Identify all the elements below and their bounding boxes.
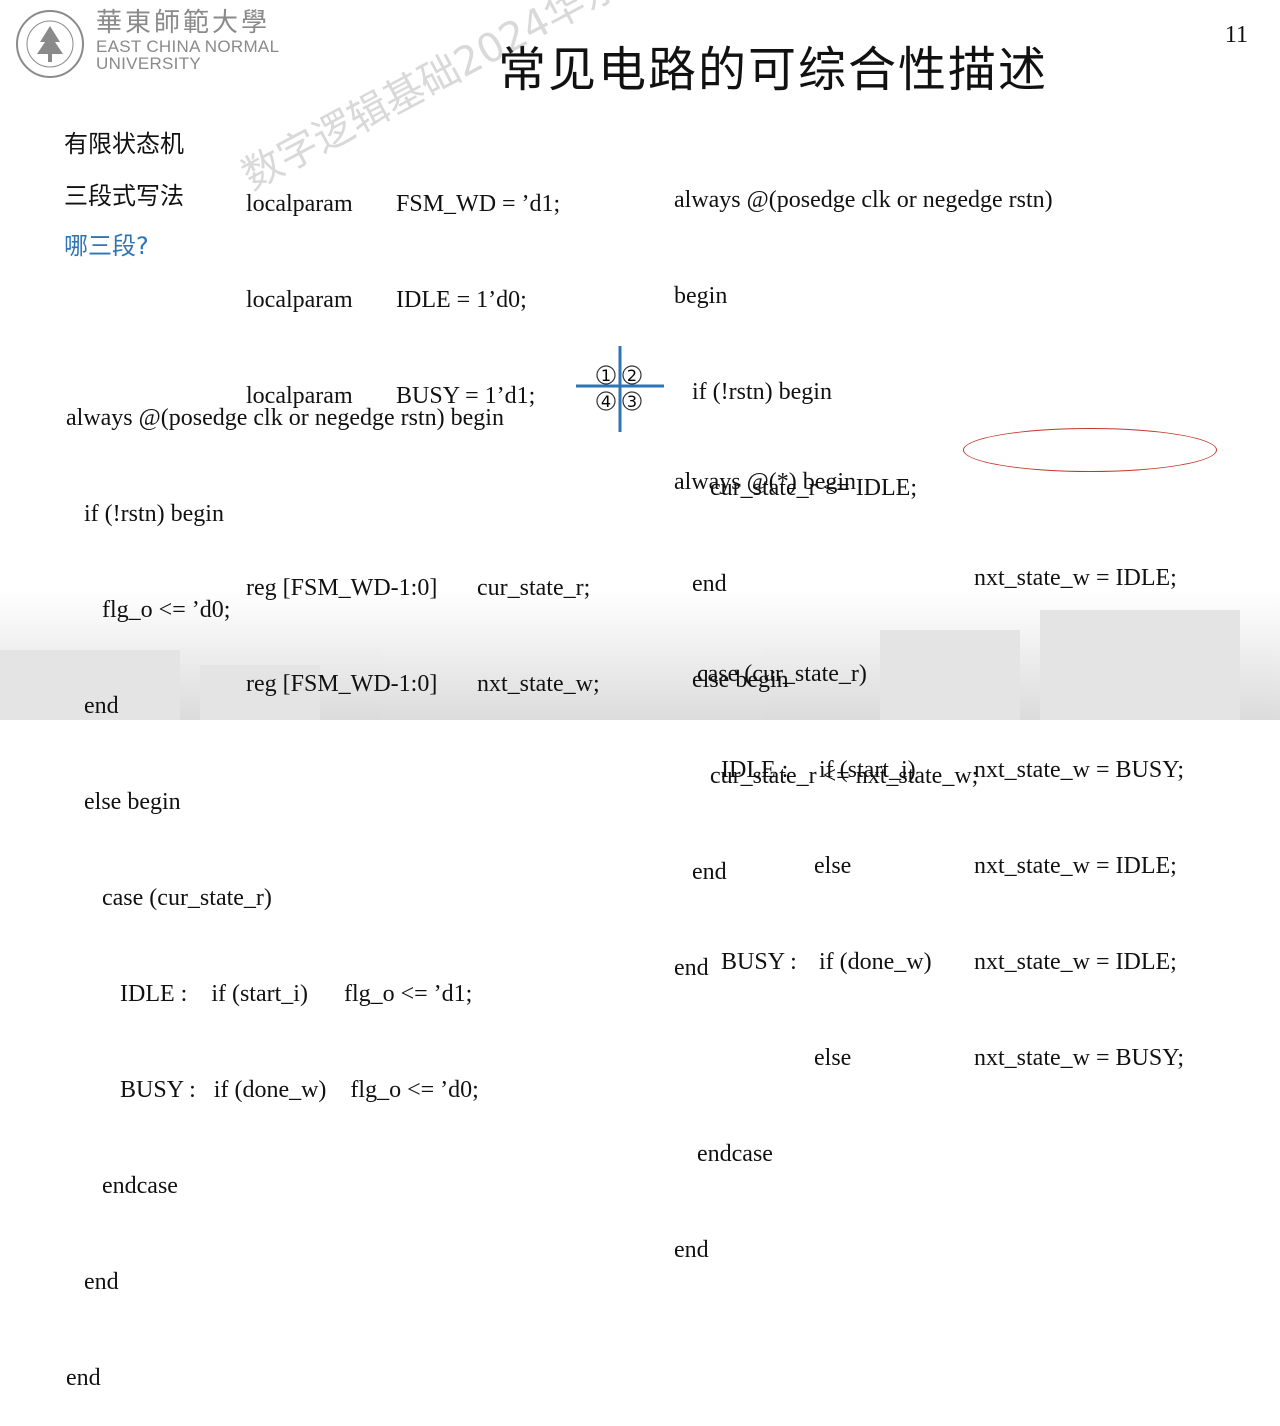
code-line: else begin bbox=[66, 789, 181, 815]
case-assignment: nxt_state_w = BUSY; bbox=[974, 1045, 1184, 1071]
decl-keyword: localparam bbox=[246, 287, 353, 313]
case-assignment: nxt_state_w = IDLE; bbox=[974, 949, 1177, 975]
code-line: end bbox=[674, 1237, 709, 1263]
case-condition: if (start_i) bbox=[819, 757, 916, 783]
decl-value: IDLE = 1’d0; bbox=[396, 287, 527, 313]
quadrant-label-3: 3 bbox=[627, 392, 637, 411]
code-line: if (!rstn) begin bbox=[66, 501, 224, 527]
quadrant-label-1: 1 bbox=[601, 366, 611, 385]
code-line: end bbox=[66, 1269, 119, 1295]
logo-chinese: 華東師範大學 bbox=[96, 8, 271, 38]
side-label-fsm: 有限状态机 bbox=[64, 130, 184, 158]
code-line: BUSY : if (done_w) flg_o <= ’d0; bbox=[66, 1077, 479, 1103]
quadrant-diagram: 1 2 3 4 bbox=[576, 346, 664, 432]
quadrant-label-2: 2 bbox=[627, 366, 637, 385]
quadrant-label-4: 4 bbox=[601, 392, 611, 411]
code-line: endcase bbox=[697, 1141, 773, 1167]
logo-english-1: EAST CHINA NORMAL bbox=[96, 37, 280, 56]
code-line: endcase bbox=[66, 1173, 178, 1199]
code-line: flg_o <= ’d0; bbox=[66, 597, 231, 623]
page-title: 常见电路的可综合性描述 bbox=[498, 42, 1049, 98]
next-state-logic-block: always @(*) begin nxt_state_w = IDLE; ca… bbox=[674, 402, 1184, 1298]
code-line: end bbox=[66, 693, 119, 719]
code-line: end bbox=[66, 1365, 101, 1391]
case-condition: else bbox=[814, 853, 852, 879]
page-number: 11 bbox=[1224, 22, 1248, 48]
side-question: 哪三段? bbox=[64, 232, 149, 260]
default-assignment: nxt_state_w = IDLE; bbox=[974, 565, 1177, 591]
university-seal-icon bbox=[16, 10, 84, 78]
code-line: case (cur_state_r) bbox=[66, 885, 272, 911]
code-line: begin bbox=[674, 283, 728, 309]
case-condition: if (done_w) bbox=[819, 949, 932, 975]
code-line: case (cur_state_r) bbox=[697, 661, 867, 687]
code-line: always @(posedge clk or negedge rstn) be… bbox=[66, 405, 504, 431]
case-assignment: nxt_state_w = BUSY; bbox=[974, 757, 1184, 783]
side-label-three-stage: 三段式写法 bbox=[64, 182, 184, 210]
logo-english-2: UNIVERSITY bbox=[96, 54, 202, 73]
output-logic-block: always @(posedge clk or negedge rstn) be… bbox=[66, 338, 504, 1426]
case-assignment: nxt_state_w = IDLE; bbox=[974, 853, 1177, 879]
annotation-ellipse bbox=[963, 428, 1217, 472]
decl-value: FSM_WD = ’d1; bbox=[396, 191, 561, 217]
case-label: IDLE : bbox=[721, 757, 789, 783]
case-label: BUSY : bbox=[721, 949, 797, 975]
code-line: always @(posedge clk or negedge rstn) bbox=[674, 187, 1053, 213]
university-logo-text: 華東師範大學 EAST CHINA NORMAL UNIVERSITY bbox=[96, 8, 279, 72]
code-line: IDLE : if (start_i) flg_o <= ’d1; bbox=[66, 981, 473, 1007]
decl-keyword: localparam bbox=[246, 191, 353, 217]
case-condition: else bbox=[814, 1045, 852, 1071]
